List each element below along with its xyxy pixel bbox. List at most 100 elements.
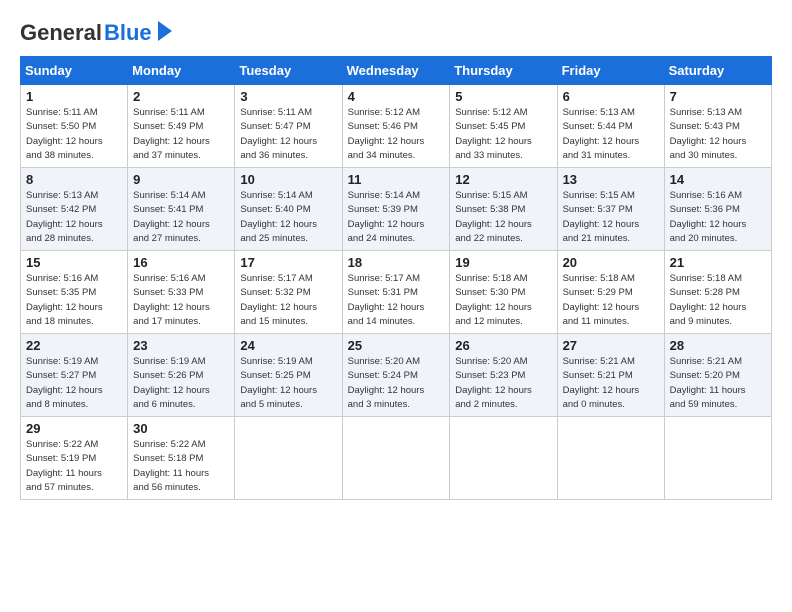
day-number: 25: [348, 338, 445, 353]
day-info: Sunrise: 5:21 AMSunset: 5:20 PMDaylight:…: [670, 355, 766, 412]
day-info: Sunrise: 5:14 AMSunset: 5:40 PMDaylight:…: [240, 189, 336, 246]
calendar-cell: 7Sunrise: 5:13 AMSunset: 5:43 PMDaylight…: [664, 85, 771, 168]
day-info: Sunrise: 5:13 AMSunset: 5:44 PMDaylight:…: [563, 106, 659, 163]
calendar-cell: 29 Sunrise: 5:22 AMSunset: 5:19 PMDayligh…: [21, 417, 128, 500]
day-number: 26: [455, 338, 551, 353]
calendar-cell: 26Sunrise: 5:20 AMSunset: 5:23 PMDayligh…: [450, 334, 557, 417]
day-number: 28: [670, 338, 766, 353]
day-info: Sunrise: 5:15 AMSunset: 5:37 PMDaylight:…: [563, 189, 659, 246]
day-info: Sunrise: 5:12 AMSunset: 5:46 PMDaylight:…: [348, 106, 445, 163]
calendar-cell: 23Sunrise: 5:19 AMSunset: 5:26 PMDayligh…: [128, 334, 235, 417]
day-info: Sunrise: 5:15 AMSunset: 5:38 PMDaylight:…: [455, 189, 551, 246]
day-info: Sunrise: 5:18 AMSunset: 5:28 PMDaylight:…: [670, 272, 766, 329]
calendar-week-2: 8 Sunrise: 5:13 AMSunset: 5:42 PMDaylight…: [21, 168, 772, 251]
day-number: 13: [563, 172, 659, 187]
calendar-cell: 15 Sunrise: 5:16 AMSunset: 5:35 PMDayligh…: [21, 251, 128, 334]
day-info: Sunrise: 5:19 AMSunset: 5:27 PMDaylight:…: [26, 355, 122, 412]
day-number: 20: [563, 255, 659, 270]
calendar-cell: [557, 417, 664, 500]
day-number: 24: [240, 338, 336, 353]
header-sunday: Sunday: [21, 57, 128, 85]
calendar-week-3: 15 Sunrise: 5:16 AMSunset: 5:35 PMDayligh…: [21, 251, 772, 334]
day-number: 18: [348, 255, 445, 270]
day-number: 30: [133, 421, 229, 436]
calendar-cell: [664, 417, 771, 500]
day-number: 29: [26, 421, 122, 436]
calendar-cell: 4 Sunrise: 5:12 AMSunset: 5:46 PMDaylight…: [342, 85, 450, 168]
day-info: Sunrise: 5:16 AMSunset: 5:33 PMDaylight:…: [133, 272, 229, 329]
calendar-table: SundayMondayTuesdayWednesdayThursdayFrid…: [20, 56, 772, 500]
calendar-cell: 6 Sunrise: 5:13 AMSunset: 5:44 PMDaylight…: [557, 85, 664, 168]
calendar-cell: 28 Sunrise: 5:21 AMSunset: 5:20 PMDayligh…: [664, 334, 771, 417]
day-info: Sunrise: 5:11 AMSunset: 5:49 PMDaylight:…: [133, 106, 229, 163]
day-info: Sunrise: 5:14 AMSunset: 5:41 PMDaylight:…: [133, 189, 229, 246]
header-thursday: Thursday: [450, 57, 557, 85]
day-info: Sunrise: 5:16 AMSunset: 5:36 PMDaylight:…: [670, 189, 766, 246]
day-info: Sunrise: 5:17 AMSunset: 5:31 PMDaylight:…: [348, 272, 445, 329]
calendar-cell: 17 Sunrise: 5:17 AMSunset: 5:32 PMDayligh…: [235, 251, 342, 334]
header-monday: Monday: [128, 57, 235, 85]
calendar-cell: 21 Sunrise: 5:18 AMSunset: 5:28 PMDayligh…: [664, 251, 771, 334]
calendar-cell: 19 Sunrise: 5:18 AMSunset: 5:30 PMDayligh…: [450, 251, 557, 334]
day-info: Sunrise: 5:18 AMSunset: 5:29 PMDaylight:…: [563, 272, 659, 329]
day-number: 16: [133, 255, 229, 270]
calendar-cell: [450, 417, 557, 500]
day-info: Sunrise: 5:11 AMSunset: 5:47 PMDaylight:…: [240, 106, 336, 163]
day-info: Sunrise: 5:11 AMSunset: 5:50 PMDaylight:…: [26, 106, 122, 163]
day-number: 2: [133, 89, 229, 104]
calendar-cell: 22 Sunrise: 5:19 AMSunset: 5:27 PMDayligh…: [21, 334, 128, 417]
calendar-cell: 2 Sunrise: 5:11 AMSunset: 5:49 PMDaylight…: [128, 85, 235, 168]
day-number: 4: [348, 89, 445, 104]
day-number: 15: [26, 255, 122, 270]
calendar-cell: 14 Sunrise: 5:16 AMSunset: 5:36 PMDayligh…: [664, 168, 771, 251]
day-info: Sunrise: 5:16 AMSunset: 5:35 PMDaylight:…: [26, 272, 122, 329]
calendar-cell: 11 Sunrise: 5:14 AMSunset: 5:39 PMDayligh…: [342, 168, 450, 251]
day-number: 9: [133, 172, 229, 187]
calendar-cell: 10 Sunrise: 5:14 AMSunset: 5:40 PMDayligh…: [235, 168, 342, 251]
day-info: Sunrise: 5:18 AMSunset: 5:30 PMDaylight:…: [455, 272, 551, 329]
day-info: Sunrise: 5:13 AMSunset: 5:42 PMDaylight:…: [26, 189, 122, 246]
calendar-cell: 20 Sunrise: 5:18 AMSunset: 5:29 PMDayligh…: [557, 251, 664, 334]
day-number: 10: [240, 172, 336, 187]
day-number: 27: [563, 338, 659, 353]
page-header: General Blue: [20, 20, 772, 46]
day-info: Sunrise: 5:14 AMSunset: 5:39 PMDaylight:…: [348, 189, 445, 246]
calendar-cell: 8 Sunrise: 5:13 AMSunset: 5:42 PMDaylight…: [21, 168, 128, 251]
calendar-week-5: 29 Sunrise: 5:22 AMSunset: 5:19 PMDayligh…: [21, 417, 772, 500]
day-info: Sunrise: 5:22 AMSunset: 5:19 PMDaylight:…: [26, 438, 122, 495]
calendar-cell: 12 Sunrise: 5:15 AMSunset: 5:38 PMDayligh…: [450, 168, 557, 251]
calendar-cell: [235, 417, 342, 500]
calendar-header-row: SundayMondayTuesdayWednesdayThursdayFrid…: [21, 57, 772, 85]
day-number: 22: [26, 338, 122, 353]
logo: General Blue: [20, 20, 172, 46]
calendar-week-1: 1 Sunrise: 5:11 AMSunset: 5:50 PMDaylight…: [21, 85, 772, 168]
day-info: Sunrise: 5:20 AMSunset: 5:24 PMDaylight:…: [348, 355, 445, 412]
logo-general: General: [20, 20, 102, 46]
day-info: Sunrise: 5:21 AMSunset: 5:21 PMDaylight:…: [563, 355, 659, 412]
day-number: 1: [26, 89, 122, 104]
day-info: Sunrise: 5:13 AMSunset: 5:43 PMDaylight:…: [670, 106, 766, 163]
calendar-cell: 13 Sunrise: 5:15 AMSunset: 5:37 PMDayligh…: [557, 168, 664, 251]
day-number: 5: [455, 89, 551, 104]
day-info: Sunrise: 5:19 AMSunset: 5:25 PMDaylight:…: [240, 355, 336, 412]
day-number: 6: [563, 89, 659, 104]
day-number: 23: [133, 338, 229, 353]
day-info: Sunrise: 5:17 AMSunset: 5:32 PMDaylight:…: [240, 272, 336, 329]
day-number: 17: [240, 255, 336, 270]
day-number: 14: [670, 172, 766, 187]
calendar-cell: 5 Sunrise: 5:12 AMSunset: 5:45 PMDaylight…: [450, 85, 557, 168]
header-saturday: Saturday: [664, 57, 771, 85]
header-tuesday: Tuesday: [235, 57, 342, 85]
day-number: 11: [348, 172, 445, 187]
day-number: 8: [26, 172, 122, 187]
header-wednesday: Wednesday: [342, 57, 450, 85]
calendar-cell: 30Sunrise: 5:22 AMSunset: 5:18 PMDayligh…: [128, 417, 235, 500]
day-number: 19: [455, 255, 551, 270]
day-info: Sunrise: 5:12 AMSunset: 5:45 PMDaylight:…: [455, 106, 551, 163]
calendar-cell: 1 Sunrise: 5:11 AMSunset: 5:50 PMDaylight…: [21, 85, 128, 168]
day-number: 21: [670, 255, 766, 270]
calendar-cell: 9 Sunrise: 5:14 AMSunset: 5:41 PMDaylight…: [128, 168, 235, 251]
header-friday: Friday: [557, 57, 664, 85]
calendar-cell: 25 Sunrise: 5:20 AMSunset: 5:24 PMDayligh…: [342, 334, 450, 417]
day-number: 12: [455, 172, 551, 187]
